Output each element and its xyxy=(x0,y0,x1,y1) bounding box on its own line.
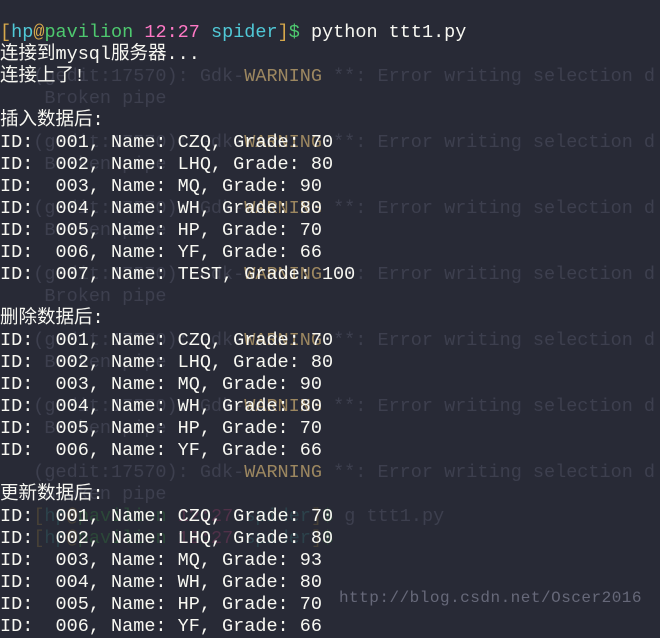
data-row: ID: 001, Name: CZQ, Grade: 70 xyxy=(0,330,333,351)
prompt-dir: spider xyxy=(211,22,278,43)
data-row: ID: 001, Name: CZQ, Grade: 70 xyxy=(0,132,333,153)
prompt-host: pavilion xyxy=(44,22,133,43)
prompt-line[interactable]: [hp@pavilion 12:27 spider]$ python ttt1.… xyxy=(0,22,466,43)
data-row: ID: 004, Name: WH, Grade: 80 xyxy=(0,198,322,219)
data-row: ID: 002, Name: LHQ, Grade: 80 xyxy=(0,154,333,175)
prompt-user: hp xyxy=(11,22,33,43)
command-text: python ttt1.py xyxy=(300,22,467,43)
data-row: ID: 001, Name: CZQ, Grade: 70 xyxy=(0,506,333,527)
output-line: 连接上了! xyxy=(0,66,85,87)
output-header-update: 更新数据后: xyxy=(0,484,104,505)
prompt-at: @ xyxy=(33,22,44,43)
data-row: ID: 006, Name: YF, Grade: 66 xyxy=(0,242,322,263)
data-row: ID: 005, Name: HP, Grade: 70 xyxy=(0,220,322,241)
terminal-foreground[interactable]: [hp@pavilion 12:27 spider]$ python ttt1.… xyxy=(0,0,660,638)
data-row: ID: 006, Name: YF, Grade: 66 xyxy=(0,616,322,637)
output-line: 连接到mysql服务器... xyxy=(0,44,200,65)
data-row: ID: 003, Name: MQ, Grade: 90 xyxy=(0,176,322,197)
data-row: ID: 003, Name: MQ, Grade: 90 xyxy=(0,374,322,395)
prompt-dollar: $ xyxy=(289,22,300,43)
data-row: ID: 007, Name: TEST, Grade: 100 xyxy=(0,264,355,285)
data-row: ID: 005, Name: HP, Grade: 70 xyxy=(0,418,322,439)
data-row: ID: 004, Name: WH, Grade: 80 xyxy=(0,572,322,593)
data-row: ID: 006, Name: YF, Grade: 66 xyxy=(0,440,322,461)
prompt-time: 12:27 xyxy=(144,22,200,43)
prompt-bracket: ] xyxy=(278,22,289,43)
data-row: ID: 002, Name: LHQ, Grade: 80 xyxy=(0,352,333,373)
data-row: ID: 005, Name: HP, Grade: 70 xyxy=(0,594,322,615)
prompt-bracket: [ xyxy=(0,22,11,43)
prompt-sep xyxy=(200,22,211,43)
watermark-url: http://blog.csdn.net/Oscer2016 xyxy=(339,587,642,609)
data-row: ID: 003, Name: MQ, Grade: 93 xyxy=(0,550,322,571)
data-row: ID: 002, Name: LHQ, Grade: 80 xyxy=(0,528,333,549)
output-header-insert: 插入数据后: xyxy=(0,110,104,131)
output-header-delete: 删除数据后: xyxy=(0,308,104,329)
data-row: ID: 004, Name: WH, Grade: 80 xyxy=(0,396,322,417)
